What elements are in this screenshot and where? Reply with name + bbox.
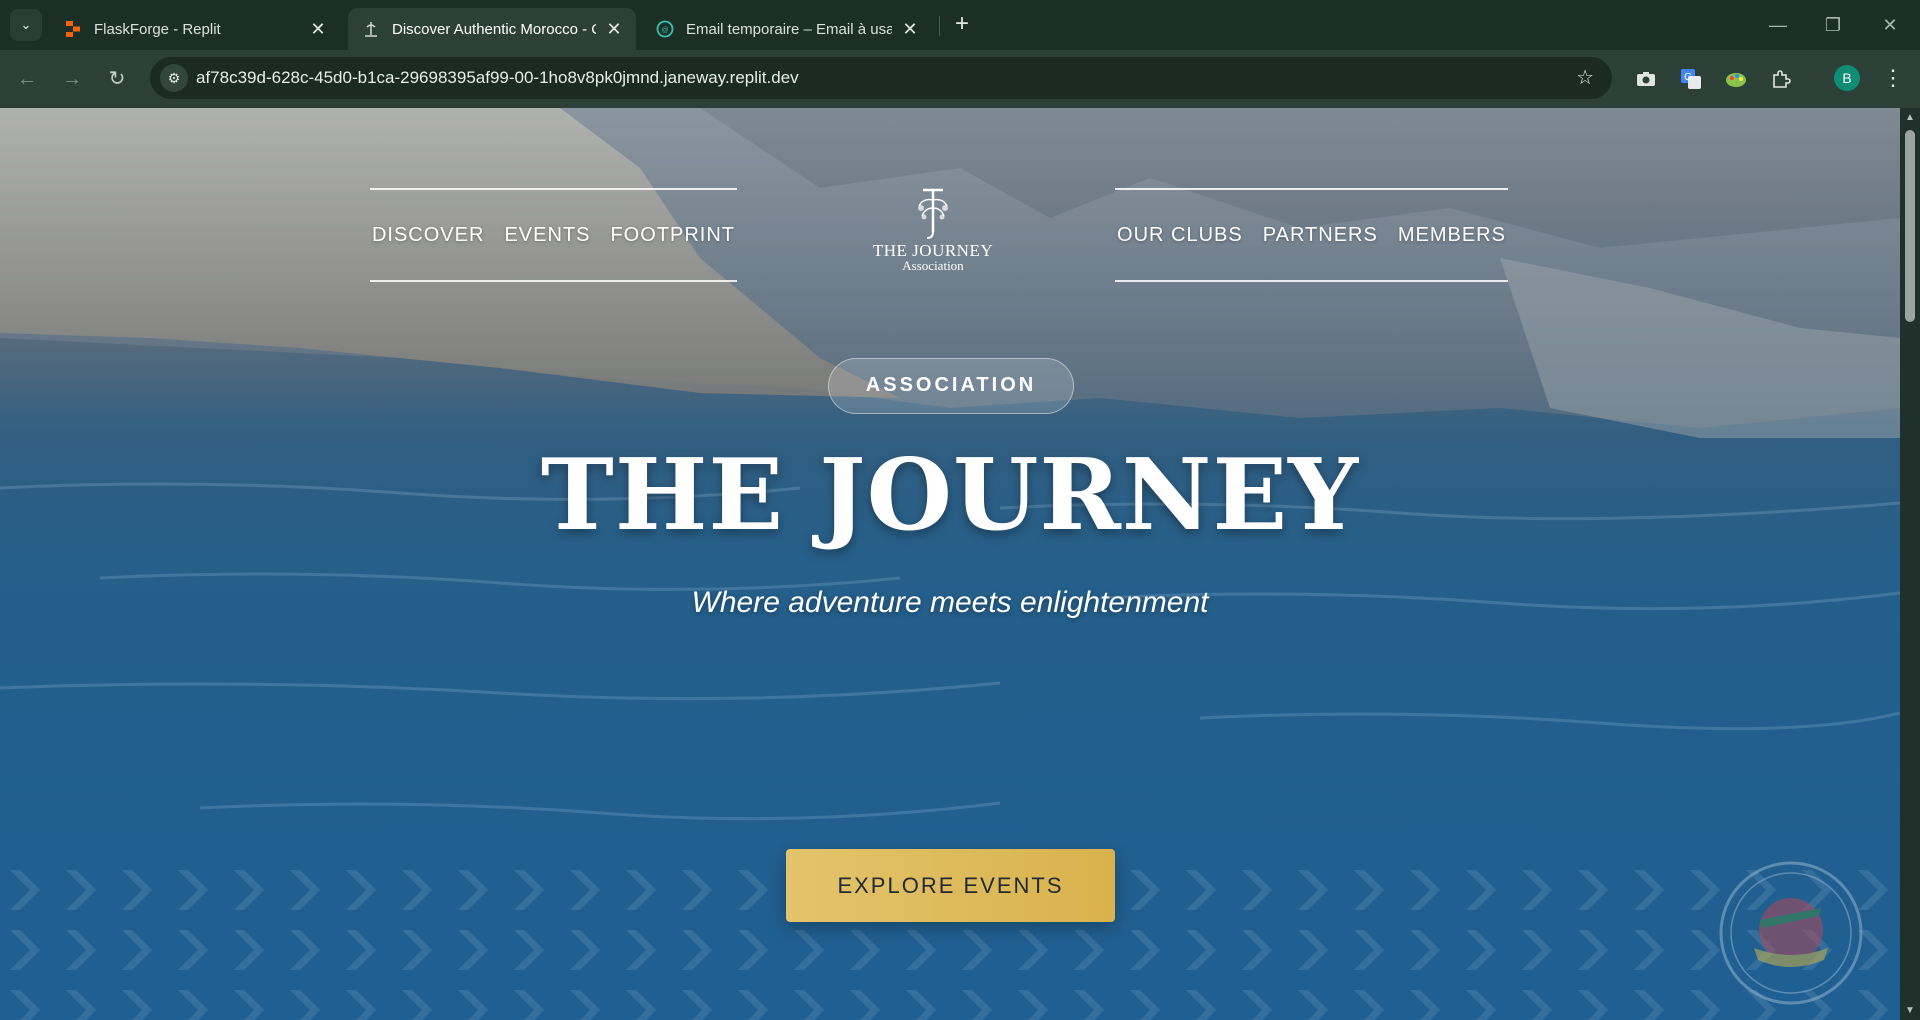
translate-icon[interactable]: G bbox=[1677, 65, 1705, 93]
browser-menu-icon[interactable]: ⋮ bbox=[1880, 63, 1906, 93]
page-scrollbar[interactable]: ▲ ▼ bbox=[1900, 108, 1920, 1020]
nav-link-events[interactable]: EVENTS bbox=[504, 224, 590, 247]
hero-section: DISCOVER EVENTS FOOTPRINT THE JOURNEY As… bbox=[0, 108, 1900, 1020]
close-tab-icon[interactable]: ✕ bbox=[604, 19, 624, 40]
journey-icon bbox=[362, 20, 380, 38]
site-info-icon[interactable]: ⚙ bbox=[160, 64, 188, 92]
nav-link-members[interactable]: MEMBERS bbox=[1398, 224, 1506, 247]
tab-title: Discover Authentic Morocco - C bbox=[392, 20, 596, 38]
tab-flaskforge[interactable]: FlaskForge - Replit ✕ bbox=[50, 8, 340, 50]
close-tab-icon[interactable]: ✕ bbox=[308, 19, 328, 40]
camera-icon[interactable] bbox=[1632, 65, 1660, 93]
travel-guide-seal bbox=[1719, 861, 1863, 1005]
explore-events-button[interactable]: EXPLORE EVENTS bbox=[786, 849, 1115, 922]
close-tab-icon[interactable]: ✕ bbox=[900, 19, 920, 40]
tab-separator bbox=[939, 16, 940, 36]
tab-search-chevron-icon[interactable]: ⌄ bbox=[10, 9, 42, 41]
logo-subtitle: Association bbox=[902, 258, 964, 273]
svg-text:G: G bbox=[1684, 72, 1692, 83]
minimize-icon[interactable]: — bbox=[1758, 10, 1798, 40]
extensions-puzzle-icon[interactable] bbox=[1767, 65, 1795, 93]
restore-icon[interactable]: ❐ bbox=[1813, 10, 1853, 40]
nav-link-our-clubs[interactable]: OUR CLUBS bbox=[1117, 224, 1243, 247]
palette-extension-icon[interactable] bbox=[1722, 65, 1750, 93]
forward-icon[interactable]: → bbox=[57, 64, 87, 94]
tab-email-temporaire[interactable]: @ Email temporaire – Email à usag ✕ bbox=[642, 8, 932, 50]
nav-link-partners[interactable]: PARTNERS bbox=[1263, 224, 1378, 247]
tree-logo-icon bbox=[918, 188, 948, 239]
new-tab-icon[interactable]: + bbox=[948, 11, 976, 39]
close-window-icon[interactable]: ✕ bbox=[1870, 10, 1910, 40]
site-logo[interactable]: THE JOURNEY Association bbox=[870, 186, 996, 290]
logo-title: THE JOURNEY bbox=[872, 241, 994, 260]
primary-nav-left: DISCOVER EVENTS FOOTPRINT bbox=[370, 188, 737, 282]
browser-tab-bar: ⌄ FlaskForge - Replit ✕ Discover Authent… bbox=[0, 0, 1920, 50]
hero-title: THE JOURNEY bbox=[540, 438, 1360, 553]
tab-title: Email temporaire – Email à usag bbox=[686, 20, 892, 38]
reload-icon[interactable]: ↻ bbox=[102, 64, 132, 94]
url-text[interactable]: af78c39d-628c-45d0-b1ca-29698395af99-00-… bbox=[196, 68, 799, 88]
browser-toolbar: ← → ↻ ⚙ af78c39d-628c-45d0-b1ca-29698395… bbox=[0, 50, 1920, 108]
nav-link-discover[interactable]: DISCOVER bbox=[372, 224, 484, 247]
scroll-down-arrow-icon[interactable]: ▼ bbox=[1904, 1005, 1916, 1016]
email-icon: @ bbox=[656, 20, 674, 38]
replit-icon bbox=[64, 20, 82, 38]
hero-subtitle: Where adventure meets enlightenment bbox=[691, 586, 1209, 619]
scroll-up-arrow-icon[interactable]: ▲ bbox=[1904, 112, 1916, 123]
nav-link-footprint[interactable]: FOOTPRINT bbox=[610, 224, 735, 247]
profile-avatar[interactable]: B bbox=[1834, 65, 1860, 91]
primary-nav-right: OUR CLUBS PARTNERS MEMBERS bbox=[1115, 188, 1508, 282]
bookmark-star-icon[interactable]: ☆ bbox=[1576, 65, 1594, 90]
tab-discover-morocco[interactable]: Discover Authentic Morocco - C ✕ bbox=[348, 8, 636, 50]
association-badge: ASSOCIATION bbox=[828, 358, 1074, 414]
address-bar[interactable]: ⚙ af78c39d-628c-45d0-b1ca-29698395af99-0… bbox=[150, 57, 1612, 99]
scrollbar-thumb[interactable] bbox=[1905, 130, 1915, 322]
back-icon[interactable]: ← bbox=[12, 64, 42, 94]
svg-text:@: @ bbox=[661, 27, 668, 34]
tab-title: FlaskForge - Replit bbox=[94, 20, 221, 38]
